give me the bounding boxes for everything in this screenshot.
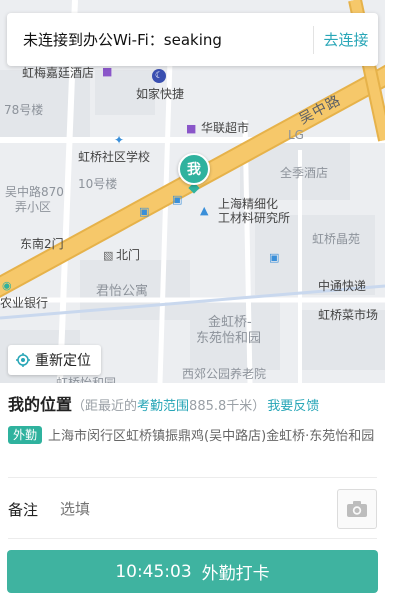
map-label-zhongtong: 中通快递: [318, 279, 367, 293]
map-label-bank: 农业银行: [0, 296, 49, 310]
divider: [8, 538, 377, 539]
pin-icon: ▲: [200, 204, 209, 217]
map-label-building-10: 10号楼: [78, 177, 118, 191]
map-label-home-inn: 如家快捷: [136, 87, 185, 101]
map-label-lg: LG: [288, 128, 304, 142]
clock-in-time: 10:45:03: [115, 561, 192, 582]
map-label-hualian: 华联超市: [201, 121, 250, 135]
address-text: 上海市闵行区虹桥镇振鼎鸡(吴中路店)金虹桥·东苑怡和园: [48, 429, 375, 444]
moon-icon: ☾: [152, 69, 166, 83]
camera-icon: [347, 501, 367, 517]
bus-stop-icon: ▣: [172, 193, 183, 206]
map-label-nong-xiaoqu: 弄小区: [15, 200, 52, 214]
locate-icon: [16, 353, 30, 367]
divider: [8, 477, 377, 478]
my-location-marker[interactable]: 我: [178, 153, 210, 185]
wifi-banner: 未连接到办公Wi-Fi：seaking 去连接: [7, 13, 378, 66]
note-input[interactable]: [60, 500, 337, 518]
map-label-hongqiao-bottom: 虹桥怡和园: [56, 376, 117, 383]
note-row: 备注: [8, 489, 377, 529]
map-label-hongqiao-school: 虹桥社区学校: [78, 150, 151, 164]
gate-icon: ▧: [103, 249, 114, 262]
distance-text: 885.8千米）: [189, 399, 266, 414]
connect-wifi-button[interactable]: 去连接: [314, 29, 378, 50]
map-label-precision-inst2: 工材料研究所: [218, 211, 291, 225]
attendance-range-link[interactable]: 考勤范围: [137, 399, 189, 414]
address-row: 外勤 上海市闵行区虹桥镇振鼎鸡(吴中路店)金虹桥·东苑怡和园: [8, 426, 376, 447]
map-label-hongqiao-jingyuan: 虹桥晶苑: [312, 232, 361, 246]
map-label-hongmei-hotel: 虹梅嘉廷酒店: [22, 66, 95, 80]
field-work-badge: 外勤: [8, 426, 43, 444]
shop-icon: ■: [102, 65, 113, 78]
camera-button[interactable]: [337, 489, 377, 529]
wifi-status-text: 未连接到办公Wi-Fi：seaking: [23, 31, 222, 49]
bus-stop-icon: ▣: [269, 251, 280, 264]
bus-stop-icon: ▣: [139, 205, 150, 218]
shop-icon: ■: [186, 122, 197, 135]
map-label-jinhongqiao: 金虹桥-: [208, 315, 252, 330]
map-label-dongyuan: 东苑怡和园: [196, 331, 262, 346]
relocate-label: 重新定位: [35, 353, 91, 369]
feedback-link[interactable]: 我要反馈: [267, 399, 319, 414]
checkin-panel: 我的位置（距最近的考勤范围885.8千米） 我要反馈 外勤 上海市闵行区虹桥镇振鼎鸡…: [0, 383, 385, 596]
school-icon: ✦: [114, 133, 125, 147]
location-title: 我的位置: [8, 395, 73, 414]
map-label-north-gate: 北门: [116, 248, 141, 262]
map-label-junyi-apartment: 君怡公寓: [96, 284, 149, 299]
bank-icon: ◉: [2, 279, 12, 292]
map-label-xijiao-park: 西郊公园养老院: [182, 367, 267, 381]
map-label-hongqiao-market: 虹桥菜市场: [318, 308, 379, 322]
note-label: 备注: [8, 500, 39, 519]
map-view[interactable]: 虹梅嘉廷酒店 ■ ☾ 如家快捷 78号楼 ■ 华联超市 LG 吴中路 ✦ 虹桥社…: [0, 0, 385, 383]
right-edge: [385, 0, 402, 596]
map-label-quanji-hotel: 全季酒店: [280, 166, 329, 180]
location-paren-open: （距最近的: [72, 399, 138, 414]
relocate-button[interactable]: 重新定位: [8, 345, 101, 375]
map-label-dongnan-gate: 东南2门: [20, 237, 64, 251]
clock-in-label: 外勤打卡: [201, 564, 270, 584]
map-label-building-78: 78号楼: [4, 103, 44, 117]
location-title-row: 我的位置（距最近的考勤范围885.8千米） 我要反馈: [8, 391, 319, 415]
clock-in-button[interactable]: 10:45:03 外勤打卡: [7, 550, 378, 593]
map-label-wuzhong-870: 吴中路870: [5, 185, 64, 199]
map-label-precision-inst: 上海精细化: [218, 197, 279, 211]
